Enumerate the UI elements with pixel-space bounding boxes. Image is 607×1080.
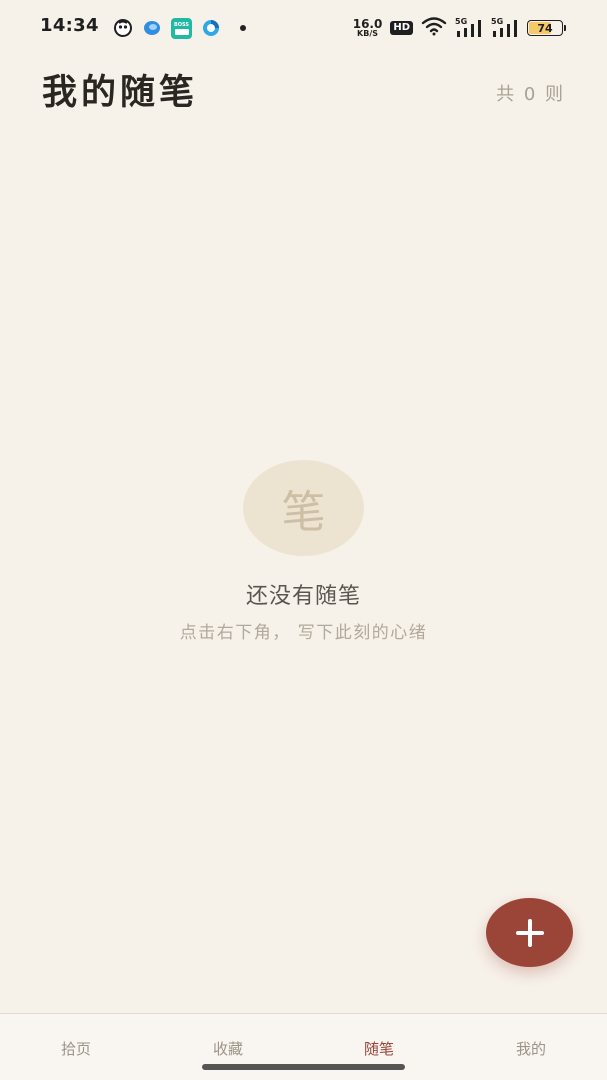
- notification-dot-icon: [240, 25, 246, 31]
- nav-item-shiye[interactable]: 拾页: [36, 1038, 116, 1059]
- entry-count-label: 共 0 则: [496, 84, 565, 105]
- nav-item-profile[interactable]: 我的: [491, 1038, 571, 1059]
- empty-state-badge: 笔: [243, 460, 364, 556]
- home-indicator[interactable]: [202, 1064, 405, 1070]
- net-speed-unit: KB/S: [357, 28, 379, 38]
- empty-state-badge-char: 笔: [281, 487, 326, 538]
- app-icon: [113, 18, 133, 38]
- plus-icon: [515, 918, 544, 947]
- page-title: 我的随笔: [42, 73, 199, 113]
- browser-icon: [201, 18, 221, 38]
- empty-state-subtitle: 点击右下角， 写下此刻的心绪: [179, 623, 428, 643]
- status-time: 14:34: [40, 15, 99, 36]
- net-speed-value: 16.0: [352, 16, 383, 31]
- nav-item-favorites[interactable]: 收藏: [188, 1038, 268, 1059]
- messenger-icon: [142, 18, 162, 38]
- boss-app-icon: BOSS: [171, 17, 192, 39]
- empty-state-title: 还没有随笔: [245, 584, 361, 609]
- screen: 14:34 BOSS 16.0 KB/S HD 5G 5G 74 我的随笔 共 …: [0, 0, 607, 1080]
- status-app-icons: BOSS: [113, 17, 246, 39]
- sim1-tag: 5G: [455, 17, 468, 26]
- hd-badge: HD: [390, 21, 413, 35]
- boss-icon-text: BOSS: [173, 21, 190, 28]
- signal-sim1-icon: 5G: [455, 17, 483, 37]
- signal-sim2-icon: 5G: [491, 17, 519, 37]
- battery-level: 74: [537, 21, 553, 35]
- battery-icon: 74: [527, 20, 566, 36]
- add-note-button[interactable]: [486, 898, 573, 967]
- net-speed: 16.0 KB/S: [352, 16, 383, 38]
- sim2-tag: 5G: [491, 17, 504, 26]
- status-bar: 14:34 BOSS 16.0 KB/S HD 5G 5G 74: [0, 0, 607, 56]
- status-right: 16.0 KB/S HD 5G 5G 74: [352, 16, 566, 40]
- nav-item-notes[interactable]: 随笔: [339, 1038, 419, 1059]
- wifi-icon: [421, 16, 447, 40]
